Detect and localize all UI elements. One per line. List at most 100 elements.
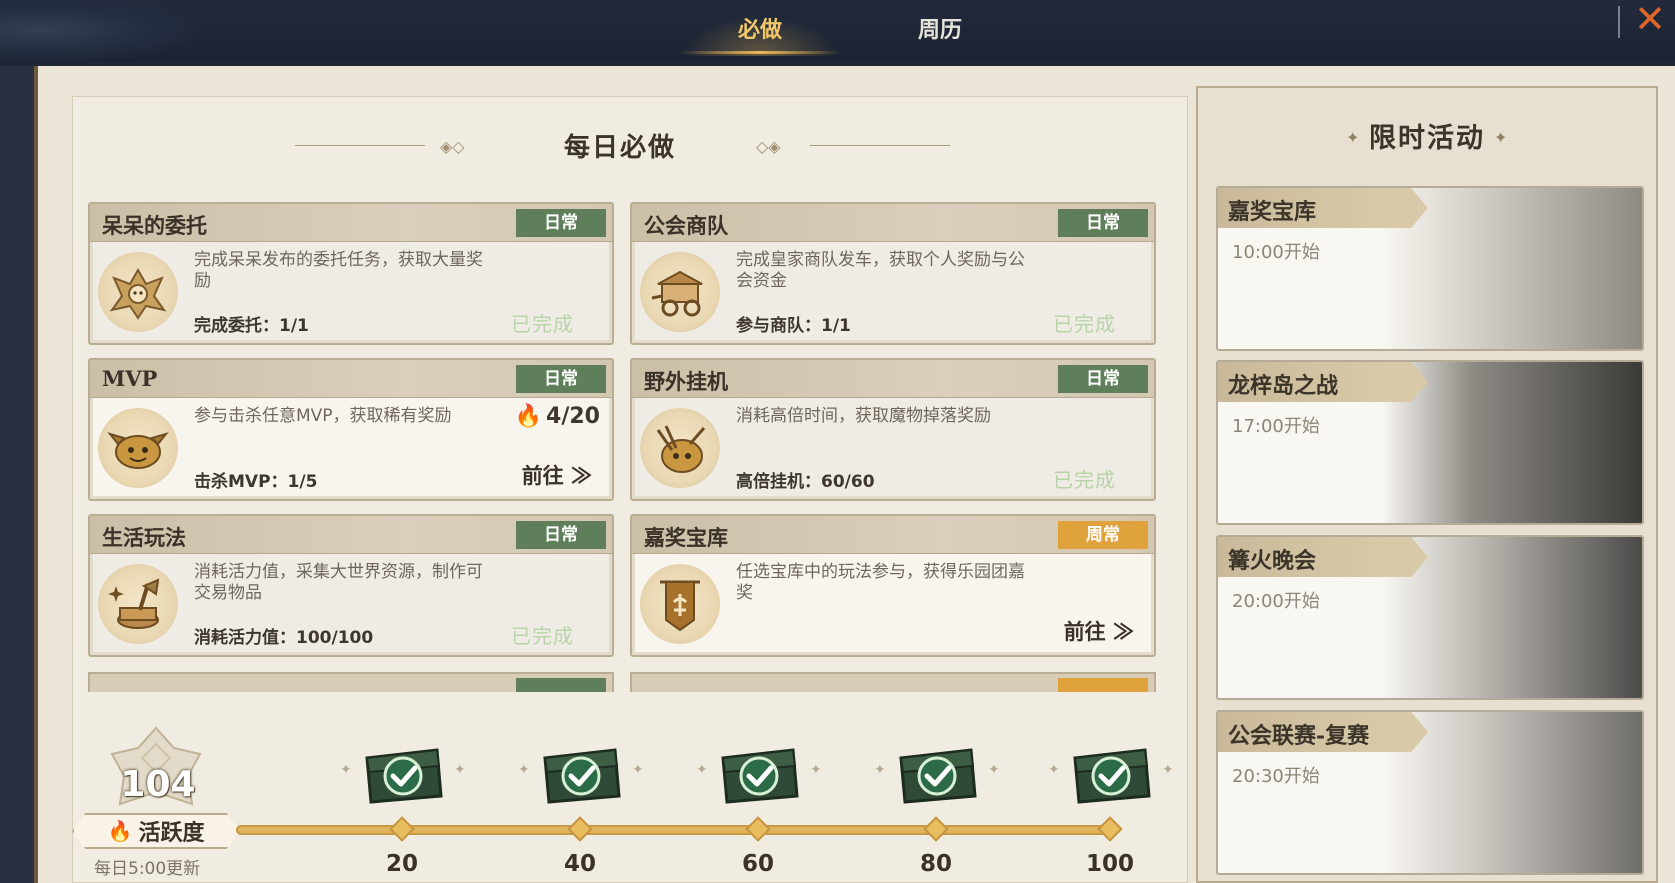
event-card-bonfire[interactable]: 篝火晚会 20:00开始 xyxy=(1216,535,1644,700)
tab-calendar-label: 周历 xyxy=(917,17,962,43)
event-time: 17:00开始 xyxy=(1232,416,1320,437)
card-header: 呆呆的委托 日常 xyxy=(90,204,612,242)
completed-status: 已完成 xyxy=(1053,312,1116,336)
event-time: 20:30开始 xyxy=(1232,766,1320,787)
card-description: 消耗活力值，采集大世界资源，制作可交易物品 xyxy=(194,562,483,603)
mvp-monster-icon xyxy=(98,408,178,488)
tab-must-do[interactable]: 必做 xyxy=(672,0,848,56)
claimed-chest-icon[interactable] xyxy=(359,744,445,806)
task-card-guild-caravan[interactable]: 公会商队 日常 完成皇家商队发车，获取个人奖励与公会资金 参与商队：1/1 已完… xyxy=(630,202,1156,345)
goto-button[interactable]: 前往 ≫ xyxy=(1064,616,1134,646)
goto-button[interactable]: 前往 ≫ xyxy=(522,460,592,490)
tab-active-underline xyxy=(680,51,840,54)
banner-flag-icon xyxy=(640,564,720,644)
claimed-chest-icon[interactable] xyxy=(715,744,801,806)
flame-icon: 🔥 xyxy=(107,819,133,843)
events-title-ornament-right: ✦ xyxy=(1494,128,1508,147)
milestone-label: 100 xyxy=(1085,851,1134,877)
card-title: 公会商队 xyxy=(644,213,728,238)
top-bar: 必做 周历 ✕ xyxy=(0,0,1675,62)
title-ornament-line-right xyxy=(810,145,950,146)
sparkle-icon: ✦ xyxy=(874,762,886,778)
card-header: 公会商队 日常 xyxy=(632,204,1154,242)
events-title-wrap: 限时活动 xyxy=(1196,110,1658,160)
sparkle-icon: ✦ xyxy=(988,762,1000,778)
daily-tag: 日常 xyxy=(516,521,606,549)
activity-reward: 🔥 4/20 xyxy=(515,404,600,429)
task-card-treasury[interactable]: 嘉奖宝库 周常 任选宝库中的玩法参与，获得乐园团嘉奖 前往 ≫ xyxy=(630,514,1156,657)
completed-status: 已完成 xyxy=(511,312,574,336)
milestone-label: 80 xyxy=(919,851,952,877)
card-description: 参与击杀任意MVP，获取稀有奖励 xyxy=(194,406,452,426)
completed-status: 已完成 xyxy=(511,624,574,648)
card-progress: 完成委托：1/1 xyxy=(194,316,309,336)
flame-icon: 🔥 xyxy=(514,404,543,429)
event-card-dragon-island[interactable]: 龙梓岛之战 17:00开始 xyxy=(1216,360,1644,525)
task-card-life[interactable]: 生活玩法 日常 消耗活力值，采集大世界资源，制作可交易物品 消耗活力值：100/… xyxy=(88,514,614,657)
card-header: MVP 日常 xyxy=(90,360,612,398)
card-description: 消耗高倍时间，获取魔物掉落奖励 xyxy=(736,406,991,426)
event-card-treasury[interactable]: 嘉奖宝库 10:00开始 xyxy=(1216,186,1644,351)
tab-calendar[interactable]: 周历 xyxy=(880,0,1000,56)
activity-progress-track xyxy=(236,825,1112,835)
axe-stump-icon xyxy=(98,564,178,644)
activity-value: 104 xyxy=(120,764,196,805)
events-title: 限时活动 xyxy=(1369,122,1485,154)
sparkle-icon: ✦ xyxy=(518,762,530,778)
winged-mascot-icon xyxy=(98,252,178,332)
daily-tag: 日常 xyxy=(1058,365,1148,393)
task-card-partial-left xyxy=(88,672,614,692)
completed-status: 已完成 xyxy=(1053,468,1116,492)
card-title: 嘉奖宝库 xyxy=(644,525,728,550)
daily-tag: 日常 xyxy=(516,365,606,393)
event-card-guild-league[interactable]: 公会联赛-复赛 20:30开始 xyxy=(1216,710,1644,875)
topbar-divider xyxy=(1618,6,1620,38)
claimed-chest-icon[interactable] xyxy=(1067,744,1153,806)
close-icon[interactable]: ✕ xyxy=(1630,0,1670,40)
event-time: 20:00开始 xyxy=(1232,591,1320,612)
event-name: 嘉奖宝库 xyxy=(1228,199,1317,225)
monster-arrows-icon xyxy=(640,408,720,488)
sparkle-icon: ✦ xyxy=(1162,762,1174,778)
activity-label: 活跃度 xyxy=(138,820,205,846)
claimed-chest-icon[interactable] xyxy=(537,744,623,806)
card-header: 野外挂机 日常 xyxy=(632,360,1154,398)
sparkle-icon: ✦ xyxy=(340,762,352,778)
card-progress: 击杀MVP：1/5 xyxy=(194,472,318,492)
task-card-idle[interactable]: 野外挂机 日常 消耗高倍时间，获取魔物掉落奖励 高倍挂机：60/60 已完成 xyxy=(630,358,1156,501)
event-name: 公会联赛-复赛 xyxy=(1228,723,1370,749)
card-description: 完成皇家商队发车，获取个人奖励与公会资金 xyxy=(736,250,1025,291)
task-card-partial-right xyxy=(630,672,1156,692)
card-header: 嘉奖宝库 周常 xyxy=(632,516,1154,554)
left-edge xyxy=(0,66,34,883)
card-description: 任选宝库中的玩法参与，获得乐园团嘉奖 xyxy=(736,562,1025,603)
event-name: 龙梓岛之战 xyxy=(1228,373,1339,399)
daily-tag: 日常 xyxy=(1058,209,1148,237)
daily-tag: 日常 xyxy=(516,209,606,237)
sparkle-icon: ✦ xyxy=(1048,762,1060,778)
sparkle-icon: ✦ xyxy=(810,762,822,778)
sparkle-icon: ✦ xyxy=(454,762,466,778)
card-title: MVP xyxy=(102,366,158,391)
caravan-cart-icon xyxy=(640,252,720,332)
task-card-commission[interactable]: 呆呆的委托 日常 完成呆呆发布的委托任务，获取大量奖励 完成委托：1/1 已完成 xyxy=(88,202,614,345)
activity-reset-note: 每日5:00更新 xyxy=(94,859,201,879)
title-ornament-diamond-right: ◇◈ xyxy=(756,137,781,156)
card-progress: 高倍挂机：60/60 xyxy=(736,472,875,492)
activity-label-box: 🔥 活跃度 xyxy=(72,813,240,849)
card-description: 完成呆呆发布的委托任务，获取大量奖励 xyxy=(194,250,483,291)
milestone-label: 60 xyxy=(741,851,774,877)
card-title: 呆呆的委托 xyxy=(102,213,207,238)
event-name: 篝火晚会 xyxy=(1228,548,1317,574)
emblem-decoration xyxy=(0,0,200,62)
milestone-label: 40 xyxy=(563,851,596,877)
sparkle-icon: ✦ xyxy=(632,762,644,778)
card-progress: 参与商队：1/1 xyxy=(736,316,851,336)
card-progress: 消耗活力值：100/100 xyxy=(194,628,374,648)
task-card-mvp[interactable]: MVP 日常 参与击杀任意MVP，获取稀有奖励 🔥 4/20 击杀MVP：1/5… xyxy=(88,358,614,501)
claimed-chest-icon[interactable] xyxy=(893,744,979,806)
weekly-tag: 周常 xyxy=(1058,521,1148,549)
sparkle-icon: ✦ xyxy=(696,762,708,778)
event-time: 10:00开始 xyxy=(1232,242,1320,263)
card-title: 生活玩法 xyxy=(102,525,186,550)
